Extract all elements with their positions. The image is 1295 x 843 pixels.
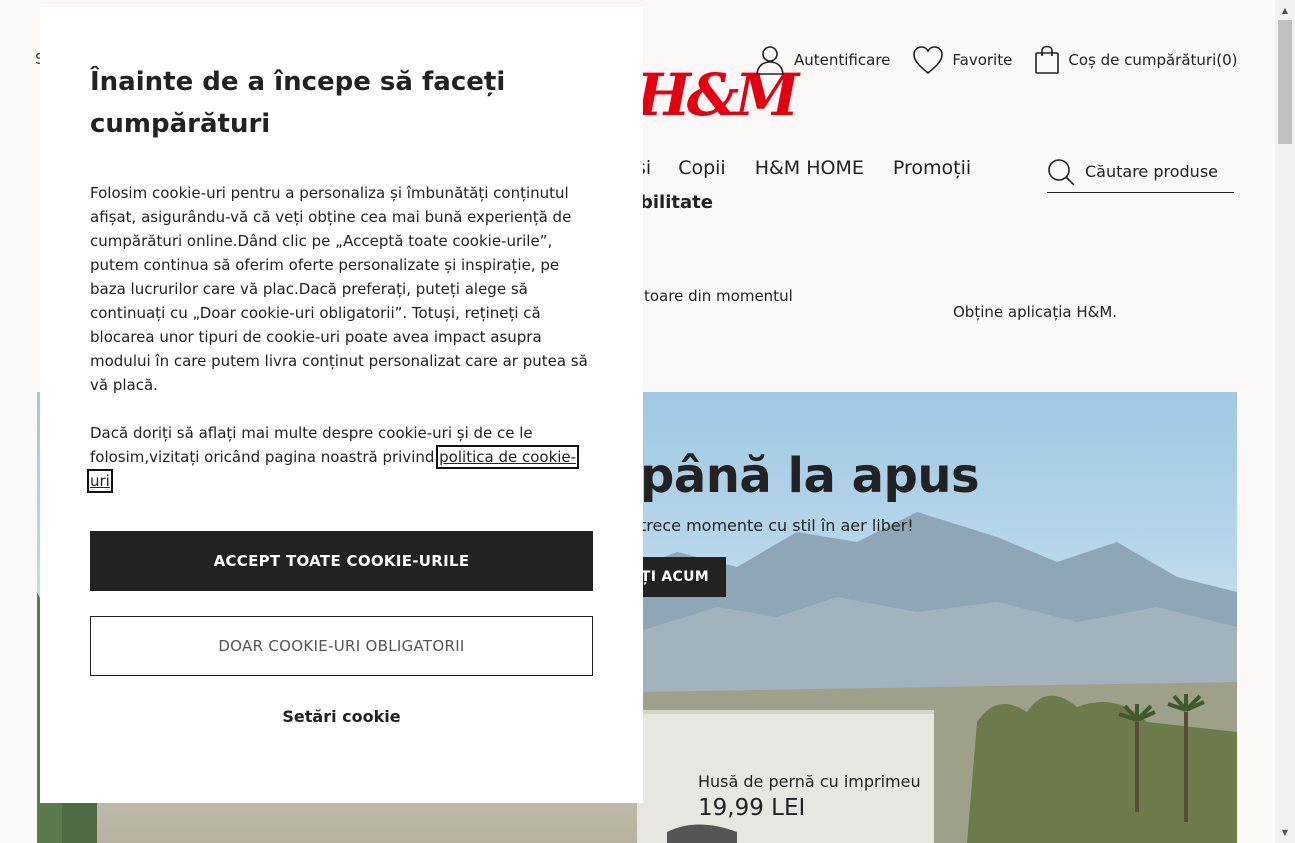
- cookie-paragraph-intro: Folosim cookie-uri pentru a personaliza …: [90, 184, 588, 394]
- product-price: 19,99 LEI: [698, 795, 806, 821]
- scroll-down-arrow-icon[interactable]: ▼: [1275, 824, 1295, 841]
- user-icon: [756, 46, 784, 75]
- nav-item-sustenabilitate[interactable]: bilitate: [640, 192, 713, 213]
- product-name: Husă de pernă cu imprimeu: [698, 772, 921, 791]
- nav-item-hm-home[interactable]: H&M HOME: [755, 157, 864, 179]
- cookie-settings-link[interactable]: Setări cookie: [90, 707, 593, 726]
- search-icon: [1048, 158, 1075, 186]
- login-link[interactable]: Autentificare: [754, 44, 890, 76]
- app-promo-link[interactable]: Obține aplicația H&M.: [953, 303, 1117, 321]
- main-nav: și Copii H&M HOME Promoții: [636, 157, 1000, 179]
- required-only-label: DOAR COOKIE-URI OBLIGATORII: [218, 637, 465, 655]
- user-links: Autentificare Favorite Coș de cumpărătur…: [754, 44, 1260, 76]
- cart-label: Coș de cumpărături: [1068, 51, 1217, 69]
- shopping-bag-icon: [1035, 45, 1060, 74]
- favorites-link[interactable]: Favorite: [912, 45, 1012, 75]
- login-label: Autentificare: [794, 51, 891, 69]
- accept-all-cookies-button[interactable]: ACCEPT TOATE COOKIE-URILE: [90, 531, 593, 591]
- shop-now-label: ȚI ACUM: [640, 569, 709, 585]
- cookie-settings-label: Setări cookie: [282, 707, 401, 726]
- accept-all-label: ACCEPT TOATE COOKIE-URILE: [213, 552, 470, 570]
- page-scrollbar[interactable]: ▲ ▼: [1275, 0, 1295, 843]
- scroll-thumb[interactable]: [1278, 20, 1292, 144]
- search-placeholder: Căutare produse: [1085, 162, 1218, 181]
- cookie-policy-period: .: [109, 472, 115, 490]
- scroll-up-arrow-icon[interactable]: ▲: [1275, 2, 1295, 19]
- cookie-paragraph-policy: Dacă doriți să aflați mai multe despre c…: [86, 421, 593, 493]
- cart-count: (0): [1216, 51, 1238, 69]
- heart-icon: [913, 46, 944, 75]
- hero-subtitle: trece momente cu stil în aer liber!: [640, 516, 914, 535]
- search-field[interactable]: Căutare produse: [1047, 151, 1234, 193]
- promo-banner-text: toare din momentul: [644, 287, 793, 305]
- hero-title: până la apus: [640, 448, 980, 504]
- nav-item-promotii[interactable]: Promoții: [893, 157, 971, 179]
- favorites-label: Favorite: [952, 51, 1013, 69]
- product-price-tag[interactable]: Husă de pernă cu imprimeu 19,99 LEI: [698, 772, 921, 821]
- required-cookies-only-button[interactable]: DOAR COOKIE-URI OBLIGATORII: [90, 616, 593, 676]
- nav-item-copii[interactable]: Copii: [678, 157, 726, 179]
- cookie-dialog-title: Înainte de a începe să faceți cumpărătur…: [90, 67, 506, 139]
- cookie-dialog-body: Folosim cookie-uri pentru a personaliza …: [86, 181, 593, 517]
- cookie-consent-dialog: Înainte de a începe să faceți cumpărătur…: [40, 7, 643, 803]
- cart-link[interactable]: Coș de cumpărături (0): [1034, 45, 1238, 75]
